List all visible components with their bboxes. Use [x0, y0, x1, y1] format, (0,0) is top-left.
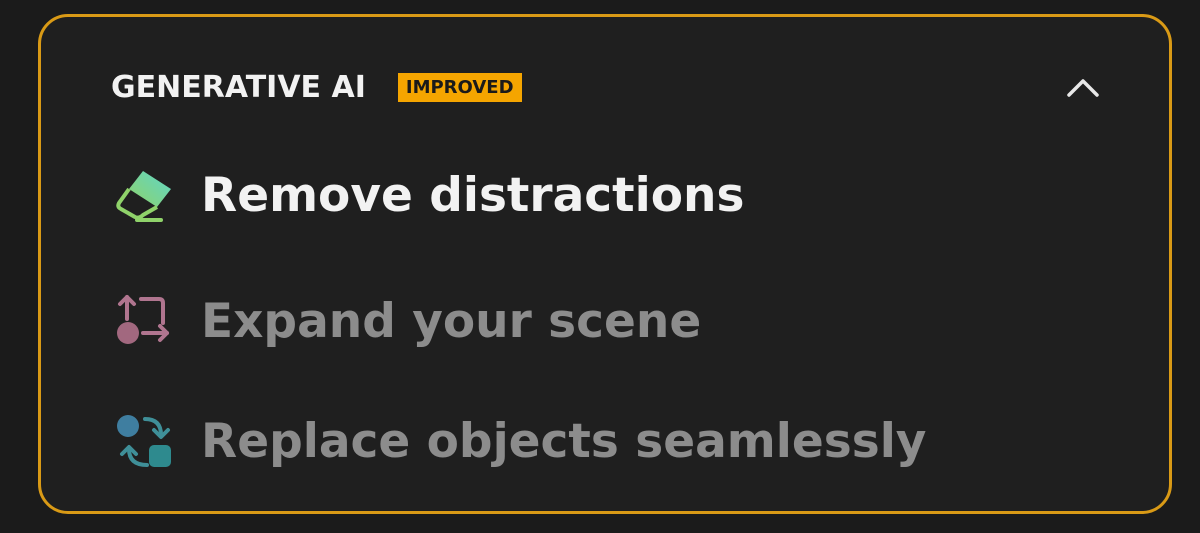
generative-ai-panel: GENERATIVE AI IMPROVED Remove distractio… — [38, 14, 1172, 514]
expand-icon — [113, 289, 181, 353]
menu-item-label: Expand your scene — [201, 293, 702, 349]
eraser-icon — [113, 163, 181, 227]
menu-item-expand-scene[interactable]: Expand your scene — [113, 289, 701, 353]
section-title: GENERATIVE AI — [111, 69, 366, 105]
menu-item-label: Remove distractions — [201, 167, 745, 223]
collapse-button[interactable] — [1057, 65, 1109, 109]
section-header: GENERATIVE AI IMPROVED — [111, 67, 522, 107]
menu-item-label: Replace objects seamlessly — [201, 413, 927, 469]
menu-item-remove-distractions[interactable]: Remove distractions — [113, 163, 744, 227]
swap-objects-icon — [113, 409, 181, 473]
chevron-up-icon — [1067, 79, 1099, 97]
menu-item-replace-objects[interactable]: Replace objects seamlessly — [113, 409, 926, 473]
improved-badge: IMPROVED — [397, 72, 522, 102]
